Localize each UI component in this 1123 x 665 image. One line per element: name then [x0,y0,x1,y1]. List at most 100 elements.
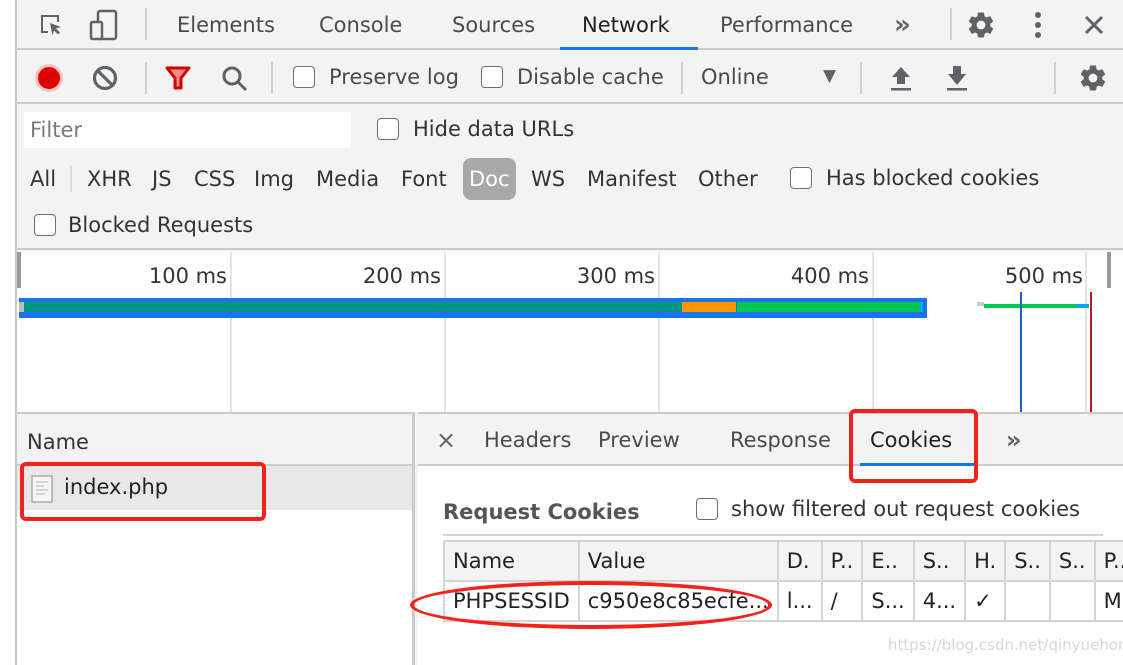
toolbar-divider [145,62,147,94]
close-icon[interactable] [1077,8,1111,42]
tab-sources[interactable]: Sources [452,0,535,50]
load-event-marker [1090,292,1092,412]
close-details-button[interactable]: × [436,414,456,466]
section-divider [443,534,1103,536]
col-header-expires[interactable]: E.. [861,540,915,582]
col-header-path[interactable]: P.. [820,540,864,582]
overview-window-handle[interactable] [1107,252,1111,288]
more-details-tabs-button[interactable]: » [1006,414,1022,466]
annotation-ellipse-cookie [410,581,772,629]
tick-label-400ms: 400 ms [790,264,869,288]
type-filter-other[interactable]: Other [698,158,758,200]
tab-console[interactable]: Console [319,0,402,50]
device-toolbar-icon[interactable] [87,8,121,42]
disable-cache-label[interactable]: Disable cache [517,65,664,89]
request-bar-tail [920,302,923,312]
has-blocked-cookies-checkbox[interactable] [790,167,812,189]
type-filter-font[interactable]: Font [401,158,447,200]
toolbar-divider [145,8,147,40]
annotation-box-cookies-tab [849,409,978,483]
disable-cache-checkbox[interactable] [481,66,503,88]
tick-label-100ms: 100 ms [148,264,227,288]
tab-network[interactable]: Network [582,0,670,50]
blocked-requests-label[interactable]: Blocked Requests [68,213,253,237]
annotation-box-request [20,462,266,521]
cookie-samesite [1048,580,1096,622]
col-header-value[interactable]: Value [577,540,779,582]
request-bar-small-queue [977,302,984,306]
grid-line [1085,252,1087,412]
request-list-header: Name [17,412,412,466]
type-filter-css[interactable]: CSS [194,158,235,200]
hide-data-urls-label[interactable]: Hide data URLs [413,117,574,141]
throttling-select[interactable]: Online ▼ [701,60,851,96]
col-header-name[interactable]: Name [443,540,580,582]
preserve-log-label[interactable]: Preserve log [329,65,459,89]
filter-input[interactable] [24,112,351,148]
throttling-value: Online [701,65,769,89]
cookie-domain: l... [776,580,823,622]
cookie-httponly: ✓ [964,580,1007,622]
grid-line [444,252,446,412]
type-divider [70,166,72,192]
cookie-path: / [820,580,864,622]
request-cookies-title: Request Cookies [443,500,640,524]
show-filtered-cookies-checkbox[interactable] [696,498,718,520]
request-bar-small-tail [1077,304,1089,308]
network-toolbar: Preserve log Disable cache Online ▼ [17,52,1123,104]
inspect-element-icon[interactable] [35,10,67,40]
request-bar-small-download [984,304,1077,308]
tab-preview[interactable]: Preview [598,414,680,466]
devtools-window: Elements Console Sources Network Perform… [15,0,1123,665]
clear-icon[interactable] [91,64,119,92]
record-button[interactable] [33,62,65,94]
type-filter-media[interactable]: Media [316,158,379,200]
type-filter-manifest[interactable]: Manifest [587,158,677,200]
import-har-icon[interactable] [887,62,915,94]
toolbar-divider [860,62,862,94]
tab-performance[interactable]: Performance [720,0,853,50]
watermark: https://blog.csdn.net/qinyuehong [888,636,1123,654]
cookies-header-row: Name Value D. P.. E.. S.. H. S.. S.. P.. [443,540,1123,582]
col-header-httponly[interactable]: H. [964,540,1007,582]
has-blocked-cookies-label[interactable]: Has blocked cookies [826,166,1039,190]
type-filter-xhr[interactable]: XHR [87,158,132,200]
type-filter-all[interactable]: All [30,158,56,200]
more-tabs-button[interactable]: » [894,0,911,50]
col-header-secure[interactable]: S.. [1004,540,1051,582]
toolbar-divider [950,8,952,40]
tab-response[interactable]: Response [730,414,831,466]
col-header-samesite[interactable]: S.. [1048,540,1096,582]
hide-data-urls-checkbox[interactable] [377,118,399,140]
tab-elements[interactable]: Elements [177,0,275,50]
col-header-priority[interactable]: P.. [1093,540,1123,582]
preserve-log-checkbox[interactable] [293,66,315,88]
details-tab-bar: × Headers Preview Response Cookies » [418,412,1123,466]
kebab-menu-icon[interactable] [1023,8,1053,42]
filter-icon[interactable] [163,64,193,92]
toolbar-divider [271,62,273,94]
timeline-overview[interactable]: 100 ms 200 ms 300 ms 400 ms 500 ms [17,252,1123,412]
request-bar-download [737,302,920,312]
network-settings-gear-icon[interactable] [1076,61,1110,95]
blocked-requests-checkbox[interactable] [34,214,56,236]
gear-icon[interactable] [964,8,998,42]
grid-line [230,252,232,412]
search-icon[interactable] [220,64,250,94]
type-filter-img[interactable]: Img [254,158,294,200]
show-filtered-cookies-label[interactable]: show filtered out request cookies [731,497,1080,521]
main-tab-bar: Elements Console Sources Network Perform… [17,0,1123,50]
toolbar-divider [1054,62,1056,94]
type-filter-js[interactable]: JS [152,158,172,200]
tick-label-300ms: 300 ms [576,264,655,288]
column-header-name[interactable]: Name [27,430,89,454]
overview-window-handle[interactable] [17,252,21,288]
cookie-expires: S... [861,580,915,622]
col-header-domain[interactable]: D. [776,540,823,582]
type-filter-ws[interactable]: WS [531,158,565,200]
request-bar-ssl [682,302,736,312]
col-header-size[interactable]: S.. [912,540,967,582]
tab-headers[interactable]: Headers [484,414,571,466]
export-har-icon[interactable] [943,62,971,94]
type-filter-doc[interactable]: Doc [463,158,516,200]
